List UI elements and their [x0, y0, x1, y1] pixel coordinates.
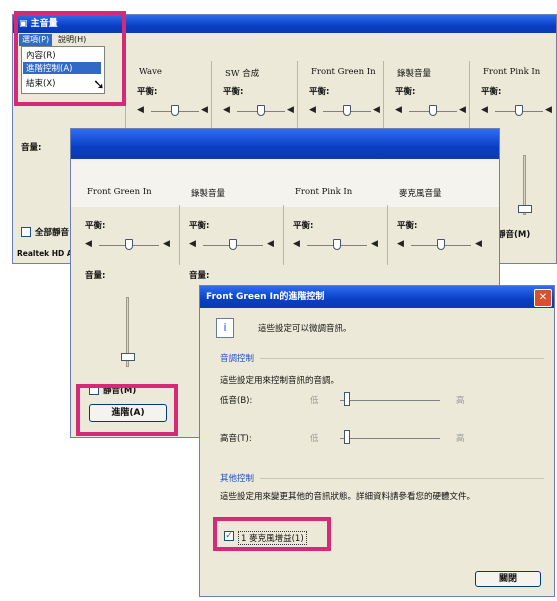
balance-slider-thumb[interactable]: [125, 239, 133, 250]
speaker-right-icon: ◀: [373, 105, 380, 115]
main-volume-label: 音量:: [21, 143, 42, 153]
mute-all-checkbox[interactable]: [21, 227, 31, 237]
mixer-col-record: 錄製音量: [191, 189, 226, 199]
main-balance-label: 平衡:: [395, 87, 416, 97]
other-group-desc: 這些設定用來變更其他的音訊狀態。詳細資料請參看您的硬體文件。: [220, 492, 476, 502]
tone-group-line: [260, 358, 544, 359]
tone-group-title: 音調控制: [220, 354, 255, 364]
speaker-left-icon: ◀: [481, 105, 488, 115]
bass-slider-thumb[interactable]: [344, 392, 350, 406]
bass-slider-track[interactable]: [340, 400, 440, 401]
balance-slider-thumb[interactable]: [333, 239, 341, 250]
main-col-front-green: Front Green In: [311, 67, 376, 77]
balance-slider-thumb[interactable]: [515, 105, 523, 116]
balance-slider-thumb[interactable]: [229, 239, 237, 250]
divider: [387, 205, 388, 265]
divider: [179, 205, 180, 265]
main-balance-label: 平衡:: [309, 87, 330, 97]
dialog-info-text: 這些設定可以微調音訊。: [258, 324, 352, 334]
mixer-col-front-pink: Front Pink In: [295, 187, 353, 197]
treble-low-mark: 低: [310, 434, 319, 444]
treble-label: 高音(T):: [220, 434, 252, 444]
mixer-header-band: [71, 159, 499, 207]
speaker-right-icon: ◀: [267, 239, 274, 249]
speaker-left-icon: ◀: [293, 239, 300, 249]
divider: [211, 61, 212, 131]
speaker-left-icon: ◀: [309, 105, 316, 115]
speaker-right-icon: ◀: [287, 105, 294, 115]
divider: [297, 61, 298, 131]
bass-low-mark: 低: [310, 396, 319, 406]
speaker-right-icon: ◀: [459, 105, 466, 115]
divider: [283, 205, 284, 265]
balance-slider-thumb[interactable]: [429, 105, 437, 116]
treble-slider-thumb[interactable]: [344, 430, 350, 444]
mixer-balance-label: 平衡:: [85, 221, 106, 231]
main-col-record: 錄製音量: [397, 69, 432, 79]
speaker-left-icon: ◀: [85, 239, 92, 249]
speaker-right-icon: ◀: [201, 105, 208, 115]
highlight-advanced-button: [76, 384, 178, 436]
main-balance-label: 平衡:: [481, 87, 502, 97]
dialog-title: Front Green In的進階控制: [206, 292, 325, 302]
highlight-options-menu: [14, 11, 126, 106]
speaker-left-icon: ◀: [397, 239, 404, 249]
highlight-mic-boost: [213, 517, 331, 551]
balance-slider-thumb[interactable]: [171, 105, 179, 116]
treble-high-mark: 高: [456, 434, 465, 444]
balance-slider-thumb[interactable]: [343, 105, 351, 116]
right-mute-label: 靜音(M): [497, 230, 531, 240]
main-balance-label: 平衡:: [137, 87, 158, 97]
front-green-volume-thumb[interactable]: [121, 353, 135, 361]
speaker-left-icon: ◀: [189, 239, 196, 249]
close-icon[interactable]: ✕: [534, 289, 552, 307]
speaker-right-icon: ◀: [475, 239, 482, 249]
dialog-titlebar: Front Green In的進階控制: [200, 286, 554, 308]
mixer-volume-label: 音量:: [85, 271, 106, 281]
mixer-balance-label: 平衡:: [397, 221, 418, 231]
divider: [469, 61, 470, 131]
bass-high-mark: 高: [456, 396, 465, 406]
mixer-balance-label: 平衡:: [293, 221, 314, 231]
mute-all-label: 全部靜音: [35, 228, 70, 238]
speaker-right-icon: ◀: [545, 105, 552, 115]
divider: [383, 61, 384, 131]
info-icon: i: [216, 318, 234, 338]
treble-slider-track[interactable]: [340, 438, 440, 439]
balance-slider-thumb[interactable]: [257, 105, 265, 116]
mixer-volume-label: 音量:: [189, 271, 210, 281]
mixer-col-mic: 麥克風音量: [399, 189, 442, 199]
balance-slider-thumb[interactable]: [437, 239, 445, 250]
mixer-balance-label: 平衡:: [189, 221, 210, 231]
main-col-wave: Wave: [139, 67, 162, 77]
main-col-front-pink: Front Pink In: [483, 67, 541, 77]
main-status-bar: Realtek HD Au: [17, 249, 79, 258]
mixer-col-front-green: Front Green In: [87, 187, 152, 197]
other-group-title: 其他控制: [220, 474, 255, 484]
speaker-left-icon: ◀: [223, 105, 230, 115]
mixer-window-titlebar: [71, 129, 499, 159]
speaker-left-icon: ◀: [137, 105, 144, 115]
speaker-right-icon: ◀: [163, 239, 170, 249]
bass-label: 低音(B):: [220, 396, 253, 406]
other-group-line: [260, 478, 544, 479]
main-col-sw: SW 合成: [225, 69, 260, 79]
speaker-left-icon: ◀: [395, 105, 402, 115]
tone-group-desc: 這些設定用來控制音訊的音調。: [220, 376, 340, 386]
speaker-right-icon: ◀: [371, 239, 378, 249]
front-pink-volume-thumb[interactable]: [518, 205, 532, 213]
main-balance-label: 平衡:: [223, 87, 244, 97]
close-button[interactable]: 關閉: [475, 571, 541, 587]
